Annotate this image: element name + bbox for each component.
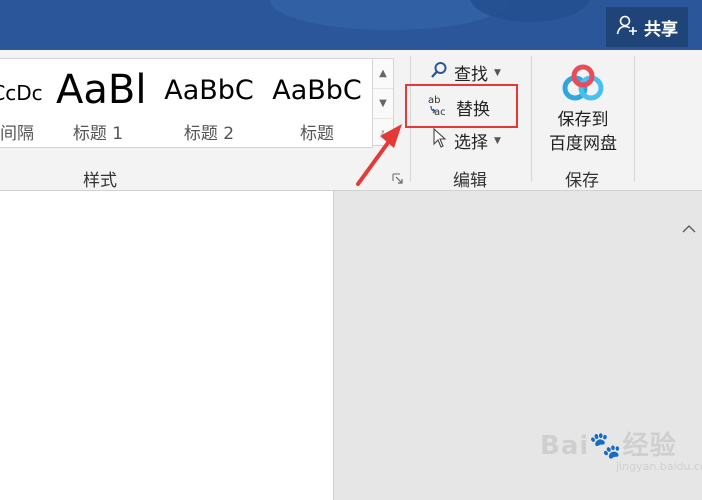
highlight-box bbox=[405, 84, 518, 128]
style-heading-1[interactable]: AaBl 标题 1 bbox=[50, 59, 146, 147]
paw-icon: 🐾 bbox=[589, 431, 623, 461]
select-label: 选择 bbox=[454, 133, 488, 153]
chevron-down-icon: ▼ bbox=[494, 135, 501, 146]
watermark-url: jingyan.baidu.com bbox=[616, 460, 702, 473]
style-no-spacing[interactable]: CcDc 间隔 bbox=[0, 59, 44, 147]
gallery-scroll-down-button[interactable]: ▼ bbox=[373, 89, 393, 119]
watermark-brand-suffix: 经验 bbox=[622, 431, 677, 461]
styles-group-label: 样式 bbox=[83, 171, 117, 191]
select-button[interactable]: 选择 ▼ bbox=[432, 127, 501, 153]
baidu-netdisk-icon bbox=[543, 64, 623, 108]
style-preview: AaBbC bbox=[272, 75, 362, 106]
collapse-ribbon-icon[interactable] bbox=[682, 222, 696, 236]
share-button[interactable]: 共享 bbox=[606, 7, 688, 47]
group-separator bbox=[531, 56, 532, 182]
document-page[interactable] bbox=[0, 191, 334, 500]
baidu-jingyan-watermark: Bai🐾经验 jingyan.baidu.com bbox=[540, 425, 702, 473]
save-to-baidu-label-line2: 百度网盘 bbox=[549, 134, 617, 154]
person-add-icon bbox=[616, 14, 638, 40]
annotation-arrow-icon bbox=[356, 124, 402, 186]
save-to-baidu-button[interactable]: 保存到 百度网盘 bbox=[543, 64, 623, 162]
watermark-brand: Bai bbox=[540, 431, 590, 461]
gallery-scroll-up-button[interactable]: ▲ bbox=[373, 59, 393, 89]
chevron-up-icon: ▲ bbox=[379, 68, 387, 79]
style-name: 间隔 bbox=[0, 124, 34, 144]
find-button[interactable]: 查找 ▼ bbox=[430, 60, 501, 85]
style-preview: AaBbC bbox=[164, 75, 254, 106]
style-name: 标题 2 bbox=[183, 124, 235, 144]
save-group-label: 保存 bbox=[565, 171, 599, 191]
style-preview: AaBl bbox=[56, 67, 147, 113]
save-to-baidu-label-line1: 保存到 bbox=[557, 110, 609, 130]
chevron-down-icon: ▼ bbox=[494, 67, 501, 78]
share-label: 共享 bbox=[644, 19, 678, 40]
group-separator bbox=[634, 56, 635, 182]
style-heading-2[interactable]: AaBbC 标题 2 bbox=[158, 59, 260, 147]
title-bar-background-shape bbox=[470, 0, 590, 22]
chevron-down-icon: ▼ bbox=[379, 98, 387, 109]
cursor-arrow-icon bbox=[432, 127, 448, 153]
search-icon bbox=[430, 61, 448, 84]
style-name: 标题 1 bbox=[72, 124, 124, 144]
edit-group-label: 编辑 bbox=[453, 171, 487, 191]
style-preview: CcDc bbox=[0, 81, 43, 105]
find-label: 查找 bbox=[454, 65, 488, 85]
styles-gallery: CcDc 间隔 AaBl 标题 1 AaBbC 标题 2 AaBbC 标题 bbox=[0, 58, 373, 148]
title-bar: 共享 bbox=[0, 0, 702, 50]
